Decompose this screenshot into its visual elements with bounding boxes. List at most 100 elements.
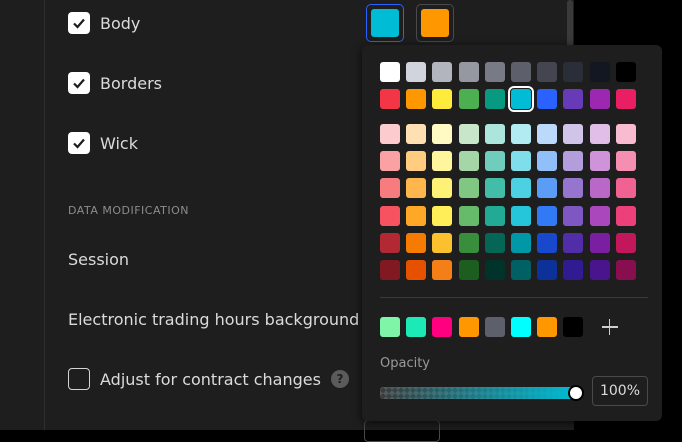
color-swatch[interactable] (589, 233, 610, 253)
color-swatch[interactable] (615, 260, 636, 280)
color-swatch[interactable] (380, 233, 400, 253)
color-swatch[interactable] (380, 124, 400, 144)
color-swatch[interactable] (380, 260, 400, 280)
color-swatch[interactable] (380, 178, 400, 198)
color-swatch[interactable] (537, 151, 558, 171)
color-swatch[interactable] (615, 233, 636, 253)
color-swatch[interactable] (589, 178, 610, 198)
color-swatch[interactable] (510, 206, 531, 226)
color-swatch[interactable] (380, 151, 400, 171)
color-swatch[interactable] (406, 124, 427, 144)
color-swatch[interactable] (484, 89, 505, 109)
color-swatch[interactable] (537, 178, 558, 198)
color-swatch[interactable] (615, 124, 636, 144)
color-swatch[interactable] (537, 260, 558, 280)
custom-color-swatch[interactable] (432, 317, 453, 337)
color-swatch[interactable] (432, 206, 453, 226)
color-swatch[interactable] (510, 151, 531, 171)
color-swatch[interactable] (458, 178, 479, 198)
color-swatch[interactable] (380, 62, 400, 82)
color-swatch[interactable] (537, 124, 558, 144)
color-swatch[interactable] (563, 178, 584, 198)
color-swatch[interactable] (458, 151, 479, 171)
wick-checkbox[interactable] (68, 132, 90, 154)
eth-color-button[interactable] (364, 420, 440, 442)
color-swatch[interactable] (432, 151, 453, 171)
color-swatch[interactable] (563, 206, 584, 226)
color-swatch[interactable] (589, 206, 610, 226)
color-swatch[interactable] (484, 62, 505, 82)
color-swatch[interactable] (615, 89, 636, 109)
color-swatch[interactable] (484, 260, 505, 280)
color-swatch[interactable] (537, 62, 558, 82)
color-swatch[interactable] (380, 206, 400, 226)
color-swatch[interactable] (615, 206, 636, 226)
color-swatch[interactable] (406, 233, 427, 253)
adjust-option[interactable]: Adjust for contract changes ? (68, 368, 349, 390)
color-swatch[interactable] (432, 233, 453, 253)
color-swatch[interactable] (406, 62, 427, 82)
color-swatch[interactable] (432, 62, 453, 82)
opacity-input[interactable]: 100% (592, 376, 648, 406)
color-swatch[interactable] (484, 233, 505, 253)
body-down-color-button[interactable] (416, 4, 454, 42)
color-swatch[interactable] (484, 151, 505, 171)
color-swatch[interactable] (615, 62, 636, 82)
body-option[interactable]: Body (68, 12, 140, 34)
color-swatch[interactable] (510, 233, 531, 253)
custom-color-swatch[interactable] (380, 317, 400, 337)
color-swatch[interactable] (589, 62, 610, 82)
color-swatch[interactable] (589, 260, 610, 280)
opacity-slider-handle[interactable] (568, 385, 584, 401)
help-icon[interactable]: ? (330, 370, 349, 388)
color-swatch[interactable] (537, 89, 558, 109)
color-swatch[interactable] (615, 151, 636, 171)
color-swatch[interactable] (537, 233, 558, 253)
color-swatch[interactable] (484, 178, 505, 198)
custom-color-swatch[interactable] (510, 317, 531, 337)
color-swatch[interactable] (537, 206, 558, 226)
color-swatch[interactable] (432, 178, 453, 198)
color-swatch[interactable] (510, 178, 531, 198)
wick-option[interactable]: Wick (68, 132, 138, 154)
body-up-color-button[interactable] (366, 4, 404, 42)
color-swatch[interactable] (563, 151, 584, 171)
color-swatch[interactable] (458, 124, 479, 144)
color-swatch[interactable] (563, 124, 584, 144)
color-swatch[interactable] (458, 62, 479, 82)
color-swatch[interactable] (406, 151, 427, 171)
adjust-checkbox[interactable] (68, 368, 90, 390)
color-swatch[interactable] (484, 206, 505, 226)
color-swatch[interactable] (484, 124, 505, 144)
custom-color-swatch[interactable] (406, 317, 427, 337)
color-swatch[interactable] (406, 260, 427, 280)
color-swatch[interactable] (589, 89, 610, 109)
plus-icon[interactable] (600, 317, 620, 337)
color-swatch[interactable] (510, 62, 531, 82)
color-swatch[interactable] (406, 206, 427, 226)
color-swatch[interactable] (458, 89, 479, 109)
color-swatch[interactable] (458, 233, 479, 253)
color-swatch[interactable] (406, 89, 427, 109)
color-swatch[interactable] (615, 178, 636, 198)
color-swatch[interactable] (380, 89, 400, 109)
color-swatch[interactable] (458, 260, 479, 280)
color-swatch[interactable] (563, 233, 584, 253)
color-swatch[interactable] (510, 260, 531, 280)
borders-checkbox[interactable] (68, 72, 90, 94)
color-swatch[interactable] (458, 206, 479, 226)
color-swatch[interactable] (507, 86, 534, 112)
custom-color-swatch[interactable] (563, 317, 584, 337)
color-swatch[interactable] (432, 260, 453, 280)
color-swatch[interactable] (563, 89, 584, 109)
custom-color-swatch[interactable] (537, 317, 558, 337)
color-swatch[interactable] (563, 62, 584, 82)
color-swatch[interactable] (432, 124, 453, 144)
body-checkbox[interactable] (68, 12, 90, 34)
color-swatch[interactable] (589, 151, 610, 171)
color-swatch[interactable] (589, 124, 610, 144)
color-swatch[interactable] (406, 178, 427, 198)
custom-color-swatch[interactable] (484, 317, 505, 337)
color-swatch[interactable] (432, 89, 453, 109)
color-swatch[interactable] (563, 260, 584, 280)
